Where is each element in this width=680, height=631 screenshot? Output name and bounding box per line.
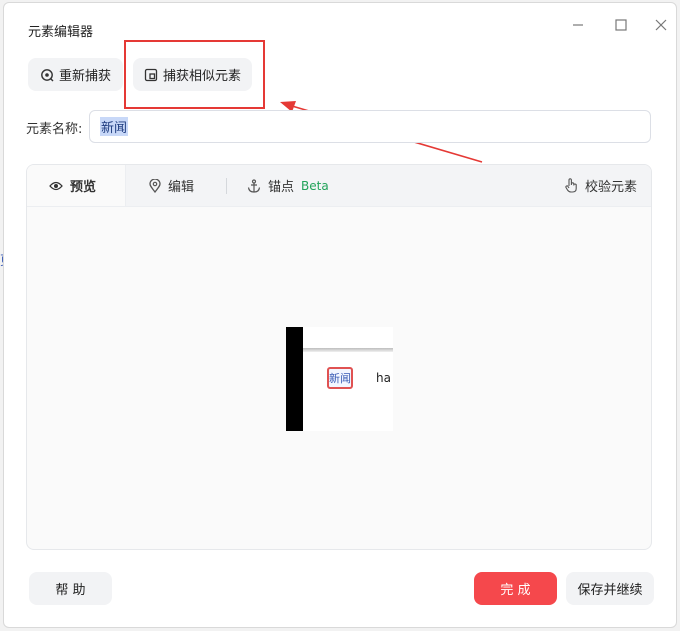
maximize-button[interactable] [609, 13, 633, 37]
capture-similar-icon [144, 68, 158, 81]
element-name-label: 元素名称: [26, 122, 83, 137]
tab-edit-label: 编辑 [168, 180, 195, 195]
capture-similar-label: 捕获相似元素 [162, 69, 241, 84]
tab-anchor[interactable]: 锚点 Beta [247, 165, 329, 206]
preview-selected-element: 新闻 [327, 367, 353, 389]
anchor-icon [247, 178, 261, 193]
tab-separator [226, 178, 227, 194]
tab-preview[interactable]: 预览 [27, 165, 126, 206]
eye-icon [49, 181, 63, 190]
recapture-label: 重新捕获 [58, 69, 111, 84]
element-name-value: 新闻 [100, 117, 129, 136]
hand-pointer-icon [565, 178, 577, 193]
maximize-icon [615, 19, 627, 31]
done-label: 完 成 [500, 583, 531, 598]
dialog-title: 元素编辑器 [28, 25, 94, 40]
beta-badge: Beta [301, 178, 329, 193]
capture-similar-button[interactable]: 捕获相似元素 [133, 58, 252, 91]
recapture-icon [41, 68, 54, 81]
save-and-continue-button[interactable]: 保存并继续 [566, 572, 654, 605]
minimize-icon [573, 24, 583, 26]
done-button[interactable]: 完 成 [474, 572, 557, 605]
title-bar: 元素编辑器 [4, 3, 676, 49]
preview-divider [303, 348, 393, 352]
close-icon [655, 19, 667, 31]
tab-preview-label: 预览 [70, 180, 97, 195]
minimize-button[interactable] [566, 13, 590, 37]
help-button[interactable]: 帮 助 [29, 572, 112, 605]
element-preview-image: 新闻 ha [286, 327, 393, 431]
save-and-continue-label: 保存并继续 [577, 583, 643, 598]
element-name-input[interactable]: 新闻 [89, 110, 651, 143]
tab-anchor-label: 锚点 [268, 180, 295, 195]
preview-black-bar [286, 327, 303, 431]
help-label: 帮 助 [55, 583, 86, 598]
location-pin-icon [149, 178, 161, 193]
element-panel: 预览 编辑 锚点 Beta 校验元素 新闻 ha [26, 164, 652, 550]
validate-element-button[interactable]: 校验元素 [565, 165, 637, 206]
tab-edit[interactable]: 编辑 [149, 165, 194, 206]
validate-element-label: 校验元素 [585, 180, 638, 195]
preview-neighbor-text: ha [376, 371, 391, 385]
close-button[interactable] [649, 13, 673, 37]
tab-bar: 预览 编辑 锚点 Beta 校验元素 [27, 165, 651, 207]
recapture-button[interactable]: 重新捕获 [28, 58, 123, 91]
